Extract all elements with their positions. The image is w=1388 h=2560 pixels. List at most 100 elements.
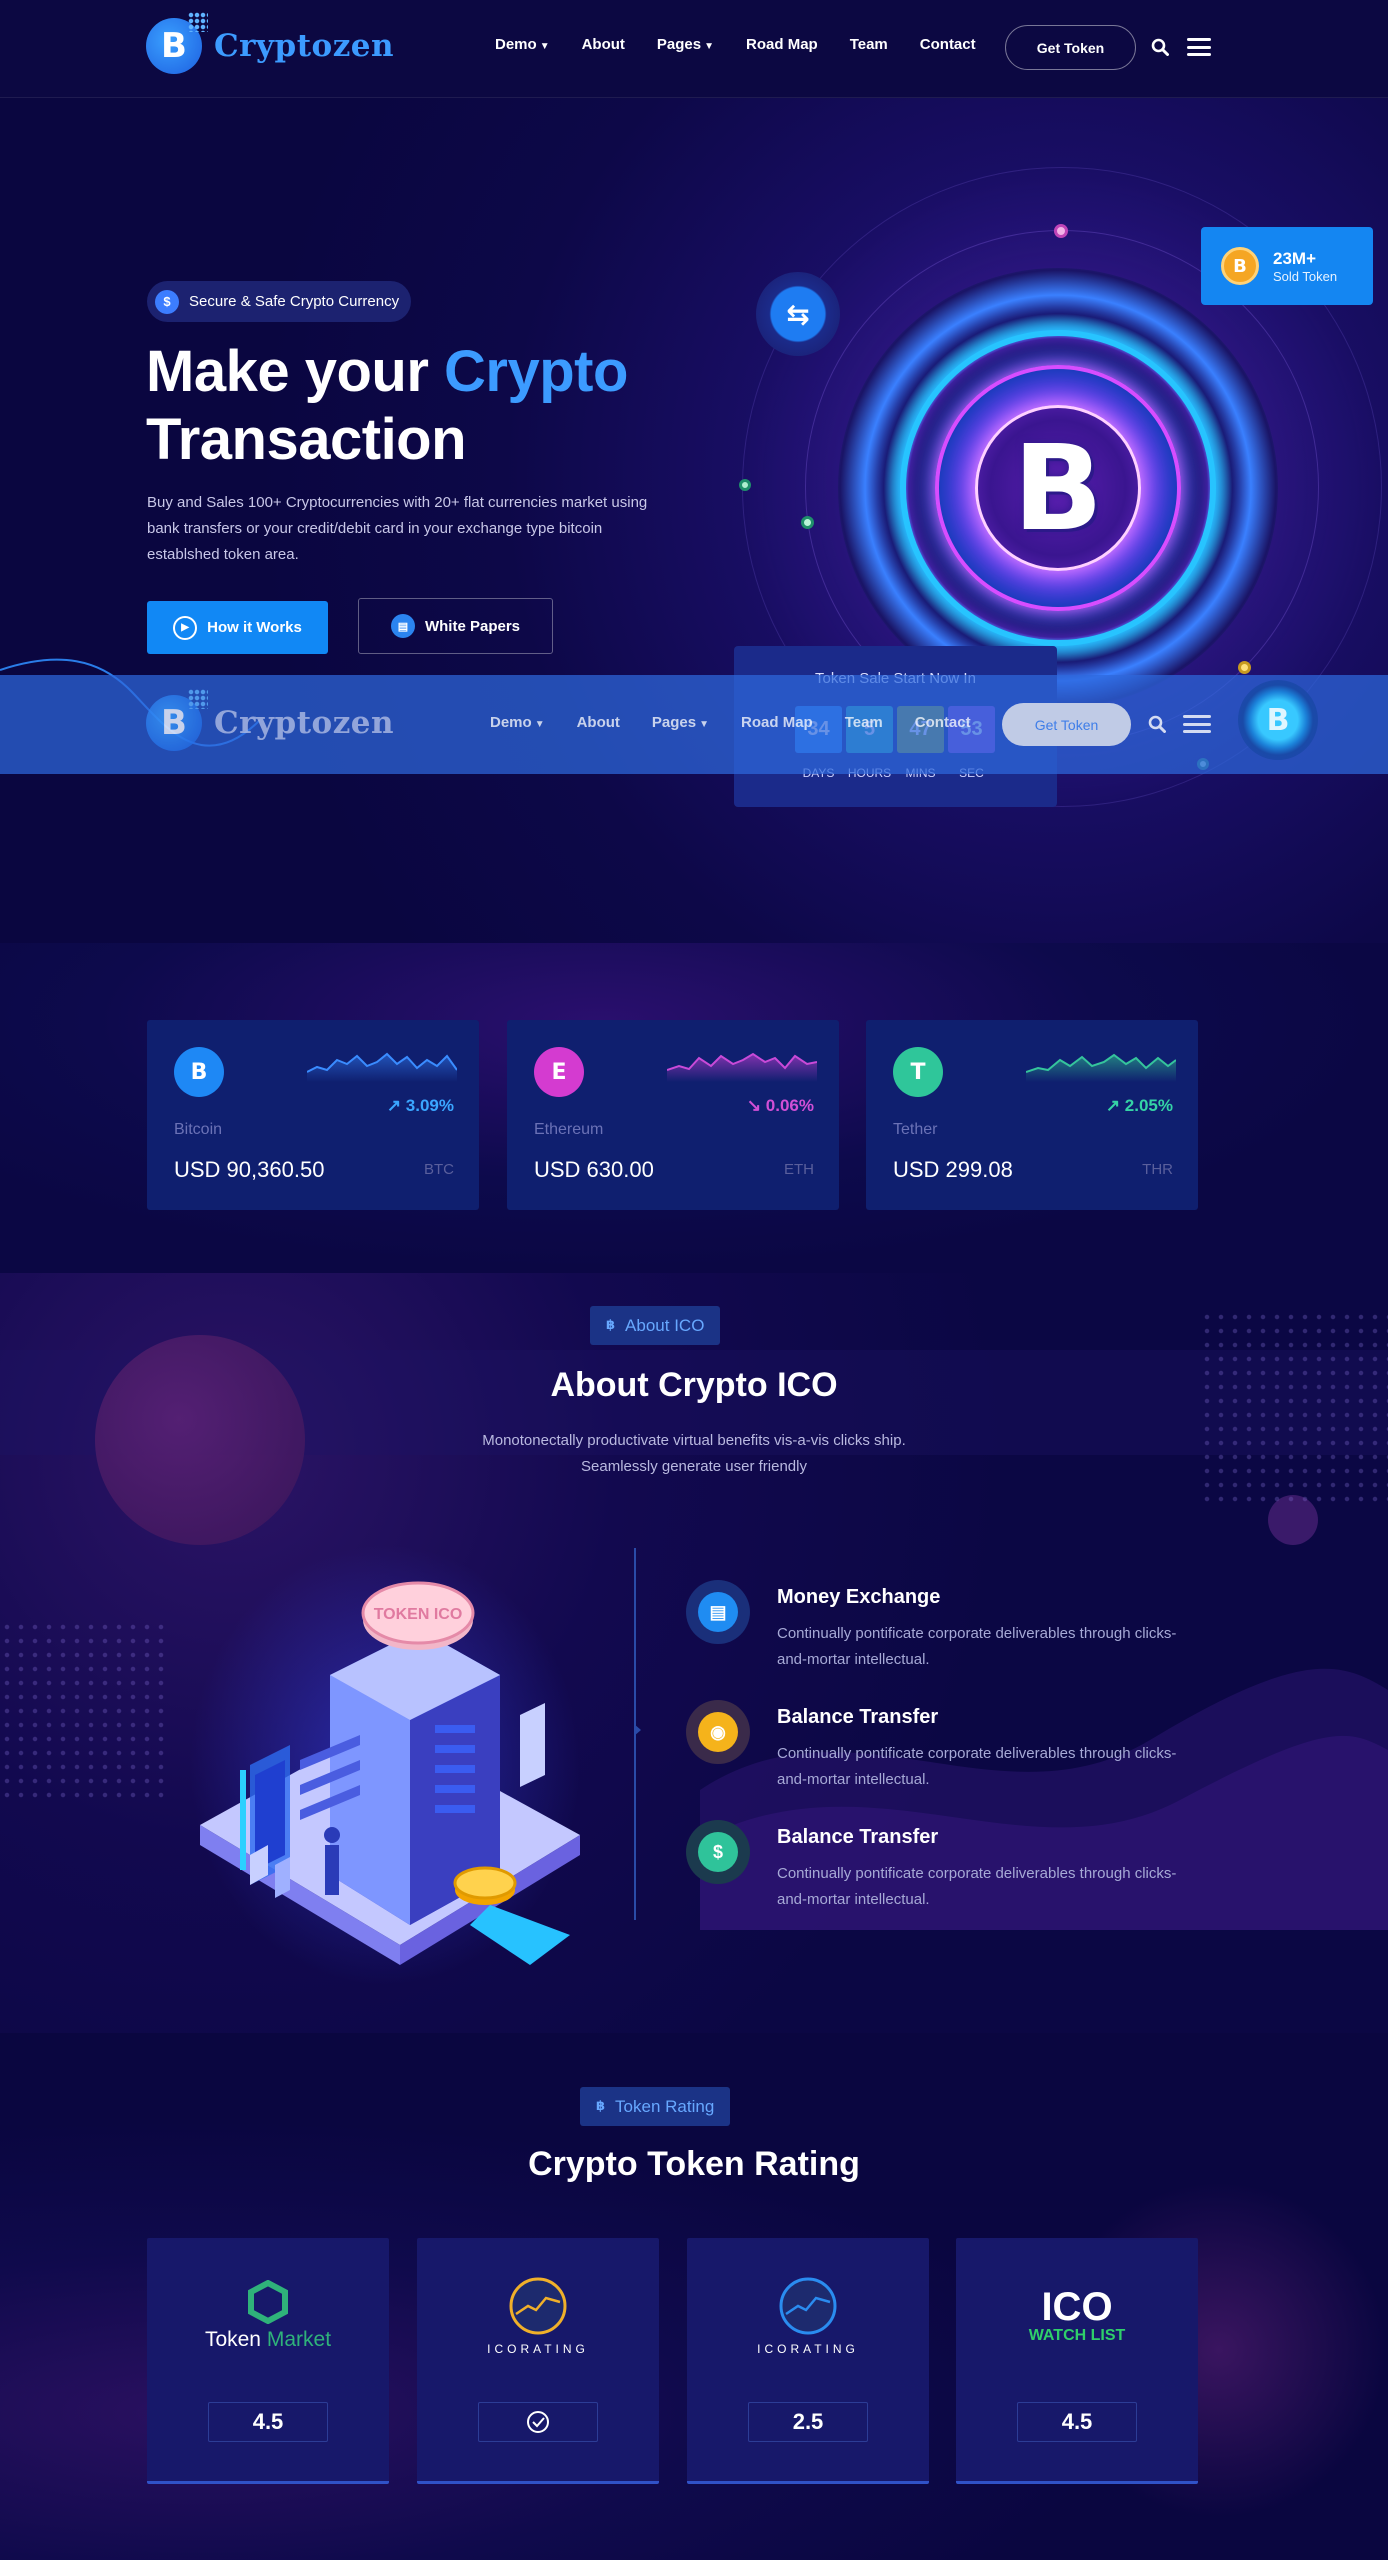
sticky-nav-pages-label: Pages [651,714,697,731]
globe-chart-icon [779,2277,837,2335]
nav-contact[interactable]: Contact [920,36,976,53]
sticky-get-token-button[interactable]: Get Token [1002,703,1131,746]
hero-description: Buy and Sales 100+ Cryptocurrencies with… [147,494,648,563]
tether-name: Tether [893,1121,938,1138]
price-card-tether[interactable]: T ↗ 2.05% Tether USD 299.08 THR [866,1020,1198,1210]
sticky-nav-demo-label: Demo [490,714,532,731]
bitcoin-small-icon: ฿ [596,2099,606,2114]
ethereum-price: USD 630.00 [534,1157,654,1182]
decor-dot-grid [0,1620,170,1800]
nav-demo-label: Demo [495,36,537,53]
icorating-text: ICORATING [757,2342,859,2356]
about-ico-label-text: About ICO [625,1315,705,1335]
rating-score-check [478,2402,598,2442]
ico-watchlist-text: WATCH LIST [1028,2327,1126,2344]
main-nav: Demo ▼ About Pages ▼ Road Map Team Contact [495,36,1008,53]
play-icon: ▶ [173,615,198,640]
chevron-down-icon: ▼ [539,41,550,52]
secure-badge: $ Secure & Safe Crypto Currency [147,281,412,322]
rating-score: 4.5 [208,2402,328,2442]
sticky-nav-road-map[interactable]: Road Map [741,714,813,731]
hero-title-part2: Transaction [146,407,467,472]
about-description: Monotonectally productivate virtual bene… [482,1432,906,1475]
secure-badge-text: Secure & Safe Crypto Currency [189,293,400,310]
token-ico-building-illustration: TOKEN ICO [190,1545,580,1985]
decor-dot [739,479,751,491]
ethereum-change: ↘ 0.06% [747,1096,814,1116]
trend-up-icon: ↗ [1105,1096,1121,1115]
rating-card-icorating-blue[interactable]: ICORATING 2.5 [687,2238,929,2484]
sold-token-value: 23M+ [1273,248,1316,268]
ethereum-change-value: 0.06% [765,1096,814,1115]
ico-watchlist-ico: ICO [1041,2285,1113,2329]
white-papers-button[interactable]: ▤ White Papers [358,598,553,654]
feature-title: Balance Transfer [777,1826,939,1848]
nav-pages[interactable]: Pages ▼ [657,36,714,53]
tether-icon: T [893,1047,943,1097]
dollar-icon: $ [155,289,179,314]
search-icon[interactable] [1151,38,1169,56]
brand-name: Cryptozen [214,28,395,64]
floating-coin-exchange-icon: ⇆ [756,272,840,356]
bitcoin-change-value: 3.09% [405,1096,454,1115]
icorating-blue-logo: ICORATING [687,2276,929,2356]
bitcoin-sparkline [307,1052,457,1082]
hexagon-icon [248,2280,288,2324]
sticky-nav-team[interactable]: Team [845,714,883,731]
brand-logo[interactable]: B Cryptozen [146,12,395,74]
feature-description: Continually pontificate corporate delive… [777,1625,1177,1668]
get-token-button[interactable]: Get Token [1005,25,1136,70]
globe-chart-icon [509,2277,567,2335]
chevron-down-icon: ▼ [704,41,715,52]
rating-card-ico-watchlist[interactable]: ICO WATCH LIST 4.5 [956,2238,1198,2484]
icorating-gold-logo: ICORATING [417,2276,659,2356]
nav-road-map[interactable]: Road Map [746,36,818,53]
trend-up-icon: ↗ [386,1096,402,1115]
price-card-bitcoin[interactable]: B ↗ 3.09% Bitcoin USD 90,360.50 BTC [147,1020,479,1210]
token-market-b: Market [266,2328,332,2351]
decor-dot-grid [1200,1310,1388,1510]
hero-title-accent: Crypto [444,339,628,404]
ethereum-name: Ethereum [534,1121,604,1138]
bitcoin-logo-icon: B [146,689,208,751]
bitcoin-icon: B [174,1047,224,1097]
hamburger-menu-icon[interactable] [1183,715,1211,733]
rating-title: Crypto Token Rating [528,2145,860,2183]
feature-title: Money Exchange [777,1586,941,1608]
token-market-logo: Token Market [147,2276,389,2356]
hero-title: Make your Crypto Transaction [146,338,628,474]
tether-change-value: 2.05% [1124,1096,1173,1115]
sticky-header: B Cryptozen Demo ▼ About Pages ▼ Road Map … [0,675,1388,774]
sticky-nav-pages[interactable]: Pages ▼ [652,714,709,731]
nav-team[interactable]: Team [850,36,888,53]
sticky-nav: Demo ▼ About Pages ▼ Road Map Team Contact [490,714,1003,731]
sticky-nav-demo[interactable]: Demo ▼ [490,714,545,731]
token-market-a: Token [204,2328,261,2351]
nav-about[interactable]: About [582,36,625,53]
about-title: About Crypto ICO [550,1366,838,1404]
hero-title-part1: Make your [146,339,444,404]
feature-divider-arrow [634,1724,641,1736]
white-papers-label: White Papers [424,617,521,635]
price-card-ethereum[interactable]: E ↘ 0.06% Ethereum USD 630.00 ETH [507,1020,839,1210]
token-market-text: Token Market [205,2328,331,2352]
rating-card-token-market[interactable]: Token Market 4.5 [147,2238,389,2484]
sold-token-card: B 23M+ Sold Token [1201,227,1373,305]
hamburger-menu-icon[interactable] [1187,38,1211,56]
nav-demo[interactable]: Demo ▼ [495,36,550,53]
coin-transfer-icon: ◉ [686,1700,750,1764]
trend-down-icon: ↘ [746,1096,762,1115]
rating-card-icorating-gold[interactable]: ICORATING [417,2238,659,2484]
bitcoin-logo-icon: B [146,12,208,74]
sticky-brand-logo[interactable]: B Cryptozen [146,689,395,751]
sticky-nav-about[interactable]: About [577,714,620,731]
sticky-brand-name: Cryptozen [214,705,395,741]
bitcoin-name: Bitcoin [174,1121,223,1138]
document-icon: ▤ [390,614,415,638]
floating-bitcoin-icon: B [1238,680,1318,760]
sticky-nav-contact[interactable]: Contact [915,714,971,731]
check-circle-icon [527,2411,549,2433]
search-icon[interactable] [1148,715,1166,733]
bitcoin-coin-icon: B [1221,247,1259,285]
decor-dot [1054,224,1068,238]
